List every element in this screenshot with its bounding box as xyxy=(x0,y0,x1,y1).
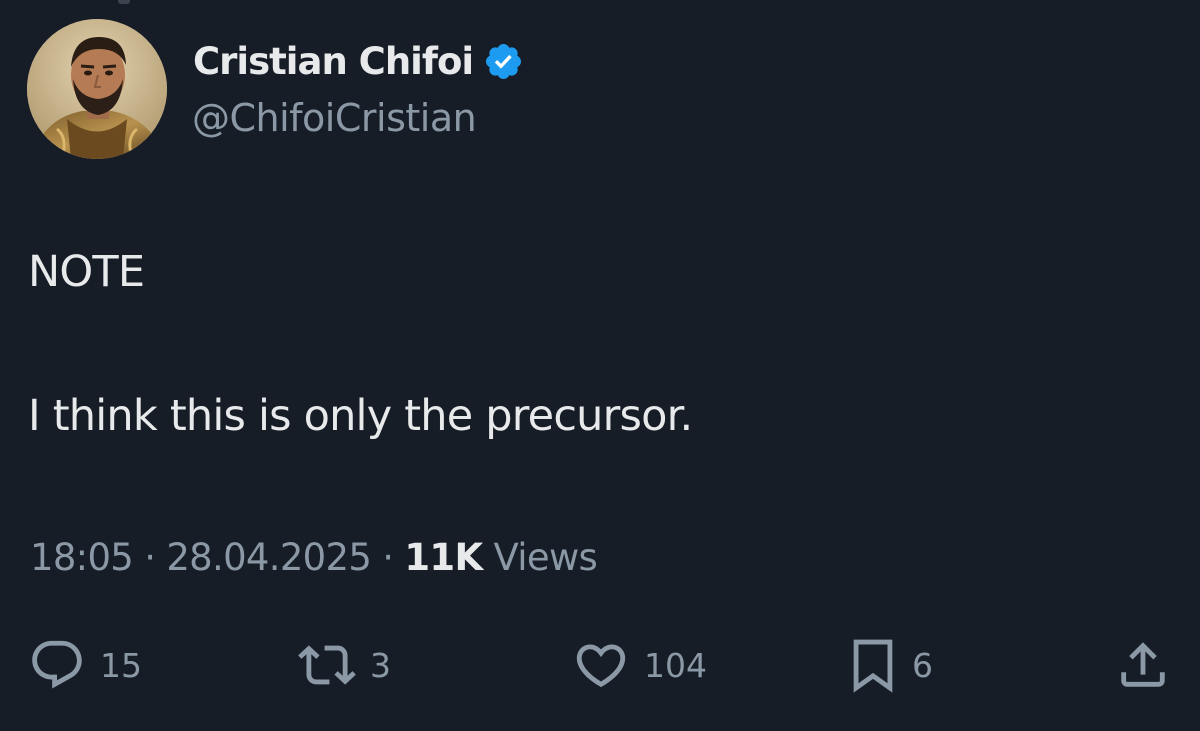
tweet-card: Cristian Chifoi @ChifoiCristian NOTE I t… xyxy=(0,0,1200,731)
bookmark-count: 6 xyxy=(912,645,933,685)
share-button[interactable] xyxy=(1114,630,1172,700)
tweet-text-line: NOTE xyxy=(28,247,145,297)
repost-count: 3 xyxy=(370,645,391,685)
speech-bubble-icon xyxy=(32,640,82,689)
bookmark-button[interactable]: 6 xyxy=(848,630,933,700)
meta-separator: · xyxy=(144,536,156,579)
tweet-meta: 18:05 · 28.04.2025 · 11K Views xyxy=(30,536,598,579)
like-button[interactable]: 104 xyxy=(572,630,707,700)
views-label: Views xyxy=(493,536,598,579)
meta-separator: · xyxy=(382,536,394,579)
reply-count: 15 xyxy=(100,645,142,685)
heart-icon xyxy=(576,644,626,688)
top-divider-mark xyxy=(118,0,130,4)
avatar[interactable] xyxy=(27,19,167,159)
verified-badge-icon xyxy=(483,41,524,82)
repost-arrows-icon xyxy=(298,645,356,685)
like-count: 104 xyxy=(644,645,707,685)
reply-button[interactable]: 15 xyxy=(28,630,142,700)
tweet-time[interactable]: 18:05 xyxy=(30,536,134,579)
tweet-date[interactable]: 28.04.2025 xyxy=(166,536,372,579)
views-count: 11K xyxy=(404,536,483,579)
action-bar: 15 3 104 6 xyxy=(0,630,1200,700)
author-handle[interactable]: @ChifoiCristian xyxy=(192,96,477,140)
author-display-name[interactable]: Cristian Chifoi xyxy=(193,40,474,83)
bookmark-icon xyxy=(853,639,893,693)
repost-button[interactable]: 3 xyxy=(298,630,391,700)
tweet-text-line: I think this is only the precursor. xyxy=(28,391,693,441)
author-name-row: Cristian Chifoi xyxy=(193,36,524,86)
share-upload-icon xyxy=(1121,642,1165,687)
